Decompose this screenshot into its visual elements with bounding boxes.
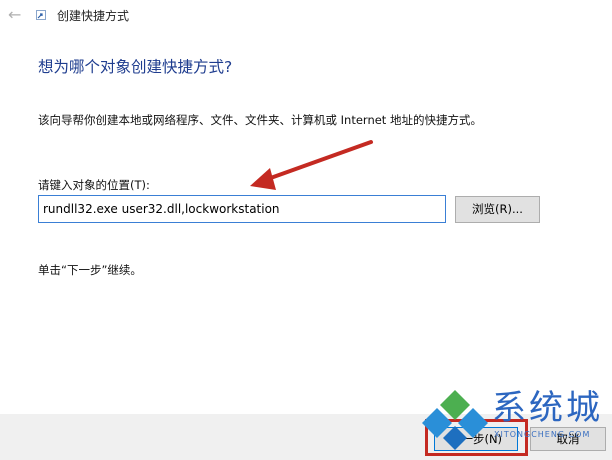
back-arrow-icon[interactable]: ← xyxy=(8,6,21,24)
watermark-url: XITONGCHENG.COM xyxy=(494,430,591,439)
page-heading: 想为哪个对象创建快捷方式? xyxy=(38,58,233,76)
location-field-label: 请键入对象的位置(T): xyxy=(38,178,150,192)
shortcut-app-icon xyxy=(36,10,46,20)
continue-hint: 单击“下一步”继续。 xyxy=(38,263,142,277)
wizard-description: 该向导帮你创建本地或网络程序、文件、文件夹、计算机或 Internet 地址的快… xyxy=(38,113,482,127)
browse-button[interactable]: 浏览(R)... xyxy=(455,196,540,223)
location-input[interactable] xyxy=(38,195,446,223)
title-bar: ← 创建快捷方式 xyxy=(0,0,612,32)
watermark-logo-icon xyxy=(422,390,488,450)
window-title: 创建快捷方式 xyxy=(57,9,130,23)
watermark-text: 系统城 xyxy=(492,388,603,428)
